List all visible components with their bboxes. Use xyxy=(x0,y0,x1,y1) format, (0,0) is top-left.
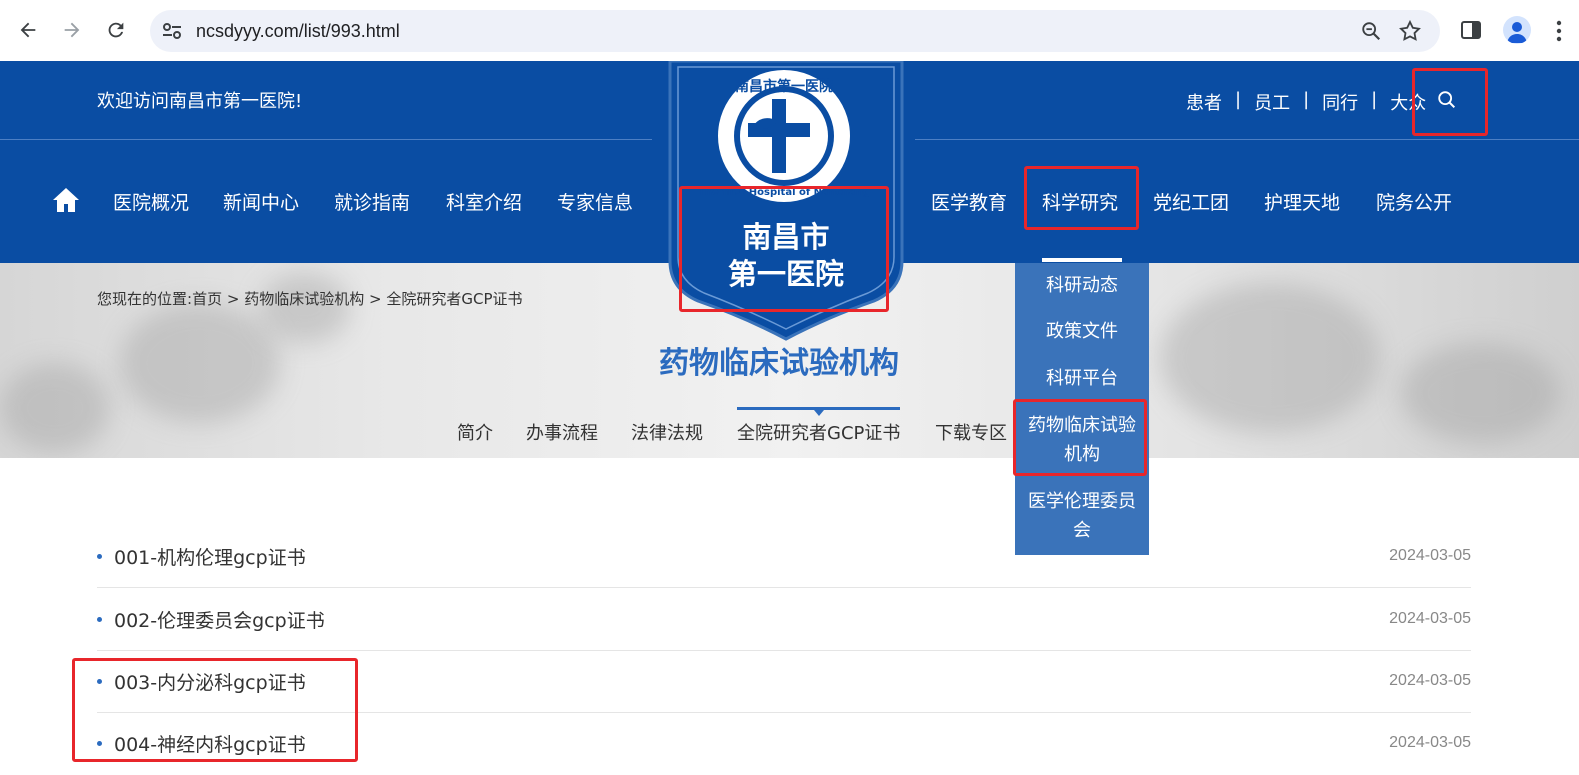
dropdown-item-policy-docs[interactable]: 政策文件 xyxy=(1015,317,1149,346)
link-patient[interactable]: 患者 xyxy=(1186,89,1222,115)
profile-icon[interactable] xyxy=(1503,16,1531,44)
separator: | xyxy=(1235,89,1242,110)
nav-affairs[interactable]: 院务公开 xyxy=(1376,188,1452,215)
nav-party[interactable]: 党纪工团 xyxy=(1153,188,1229,215)
list-item[interactable]: 002-伦理委员会gcp证书 2024-03-05 xyxy=(97,588,1471,651)
dropdown-item-research-news[interactable]: 科研动态 xyxy=(1015,271,1149,300)
bullet-icon xyxy=(97,554,102,559)
url-text[interactable]: ncsdyyy.com/list/993.html xyxy=(196,21,400,42)
active-nav-indicator xyxy=(1042,258,1122,262)
nav-hospital-overview[interactable]: 医院概况 xyxy=(113,188,189,215)
page-title: 药物临床试验机构 xyxy=(659,346,899,381)
nav-medical-education[interactable]: 医学教育 xyxy=(931,188,1007,215)
list-item-title[interactable]: 002-伦理委员会gcp证书 xyxy=(114,606,325,633)
audience-links: 患者 | 员工 | 同行 | 大众 xyxy=(1186,89,1426,115)
zoom-icon[interactable] xyxy=(1360,20,1382,46)
annotation-box-research-nav xyxy=(1024,166,1139,230)
list-item-date: 2024-03-05 xyxy=(1389,672,1471,689)
nav-nursing[interactable]: 护理天地 xyxy=(1264,188,1340,215)
browser-toolbar: ncsdyyy.com/list/993.html xyxy=(0,0,1579,61)
annotation-box-search xyxy=(1412,68,1488,136)
home-icon[interactable] xyxy=(52,187,80,217)
breadcrumb-label: 您现在的位置: xyxy=(97,290,193,308)
site-info-icon[interactable] xyxy=(162,22,182,44)
forward-icon[interactable] xyxy=(58,16,86,44)
address-bar[interactable]: ncsdyyy.com/list/993.html xyxy=(150,10,1440,52)
nav-news-center[interactable]: 新闻中心 xyxy=(223,188,299,215)
breadcrumb-home[interactable]: 首页 xyxy=(192,290,222,308)
nav-departments[interactable]: 科室介绍 xyxy=(446,188,522,215)
link-staff[interactable]: 员工 xyxy=(1254,89,1290,115)
list-item[interactable]: 001-机构伦理gcp证书 2024-03-05 xyxy=(97,525,1471,588)
separator: | xyxy=(1303,89,1310,110)
breadcrumb: 您现在的位置:首页 > 药物临床试验机构 > 全院研究者GCP证书 xyxy=(97,288,523,309)
breadcrumb-current[interactable]: 全院研究者GCP证书 xyxy=(386,290,522,308)
list-item-date: 2024-03-05 xyxy=(1389,734,1471,751)
header-divider xyxy=(915,139,1579,140)
link-peer[interactable]: 同行 xyxy=(1322,89,1358,115)
back-icon[interactable] xyxy=(14,16,42,44)
annotation-box-list-items xyxy=(72,658,358,762)
reload-icon[interactable] xyxy=(102,16,130,44)
bookmark-star-icon[interactable] xyxy=(1398,19,1422,47)
subtab-regulations[interactable]: 法律法规 xyxy=(631,419,703,445)
list-item-date: 2024-03-05 xyxy=(1389,547,1471,564)
nav-experts[interactable]: 专家信息 xyxy=(557,188,633,215)
welcome-text: 欢迎访问南昌市第一医院! xyxy=(97,91,303,112)
breadcrumb-gcp-institution[interactable]: 药物临床试验机构 xyxy=(244,290,364,308)
subtab-downloads[interactable]: 下载专区 xyxy=(935,419,1007,445)
breadcrumb-separator: > xyxy=(226,290,240,308)
nav-visit-guide[interactable]: 就诊指南 xyxy=(334,188,410,215)
subtab-gcp-certificates[interactable]: 全院研究者GCP证书 xyxy=(737,419,900,445)
separator: | xyxy=(1371,89,1378,110)
header-divider xyxy=(0,139,652,140)
subtab-process[interactable]: 办事流程 xyxy=(526,419,598,445)
list-item-date: 2024-03-05 xyxy=(1389,610,1471,627)
annotation-box-drug-trial xyxy=(1013,399,1147,476)
subtab-intro[interactable]: 简介 xyxy=(457,419,493,445)
svg-text:南昌市第一医院: 南昌市第一医院 xyxy=(735,78,833,95)
dropdown-item-research-platform[interactable]: 科研平台 xyxy=(1015,364,1149,393)
list-item-title[interactable]: 001-机构伦理gcp证书 xyxy=(114,543,306,570)
side-panel-icon[interactable] xyxy=(1460,19,1482,45)
breadcrumb-separator: > xyxy=(369,290,382,308)
bullet-icon xyxy=(97,617,102,622)
active-subtab-arrow xyxy=(814,410,824,416)
annotation-box-logo xyxy=(679,186,889,312)
menu-icon[interactable] xyxy=(1556,20,1562,46)
